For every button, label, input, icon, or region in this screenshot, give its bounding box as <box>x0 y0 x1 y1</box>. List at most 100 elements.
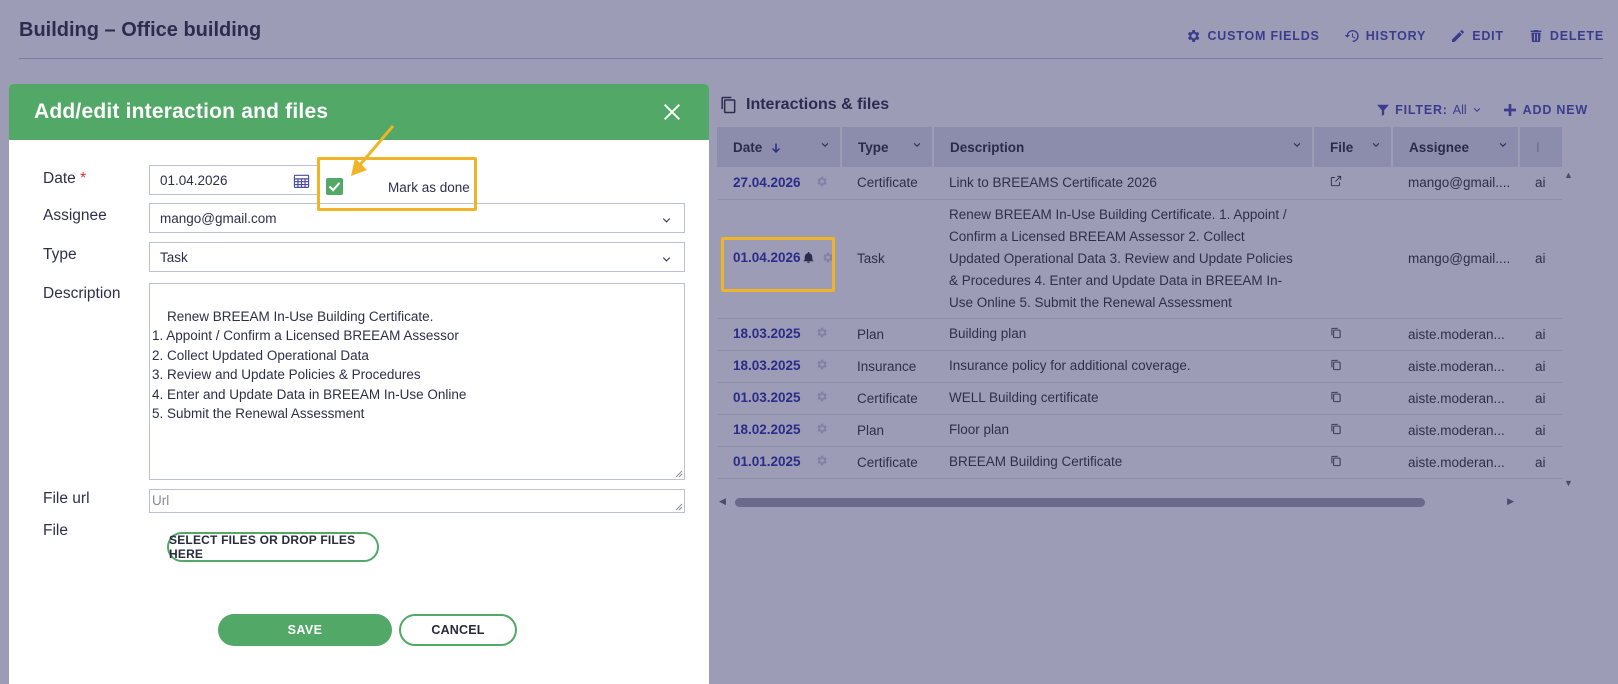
gear-icon[interactable] <box>815 454 828 470</box>
file-url-label: File url <box>43 490 90 507</box>
column-header-description[interactable]: Description <box>933 127 1314 167</box>
scroll-left-arrow[interactable]: ◀ <box>719 496 726 507</box>
row-description: Floor plan <box>933 414 1313 447</box>
scroll-up-arrow[interactable]: ▲ <box>1564 170 1573 180</box>
copy-icon[interactable] <box>1329 423 1343 439</box>
column-header-file[interactable]: File <box>1313 127 1393 167</box>
calendar-icon[interactable] <box>293 173 310 189</box>
table-row[interactable]: 18.02.2025 Plan Floor plan aiste.moderan...… <box>717 414 1562 447</box>
scrollbar-thumb[interactable] <box>735 498 1425 507</box>
filter-value: All <box>1452 103 1467 117</box>
plus-icon <box>1503 104 1516 116</box>
file-url-input[interactable]: Url <box>149 489 685 513</box>
modal-header: Add/edit interaction and files <box>9 84 709 140</box>
row-description: Link to BREEAMS Certificate 2026 <box>933 167 1313 200</box>
vertical-scrollbar[interactable]: ▲ ▼ <box>1562 170 1574 488</box>
assignee-select[interactable]: mango@gmail.com <box>149 203 685 233</box>
panel-title: Interactions & files <box>718 95 889 115</box>
row-extra: ai <box>1519 350 1562 383</box>
gear-icon[interactable] <box>815 326 828 342</box>
column-header-type[interactable]: Type <box>841 127 934 167</box>
row-date-text[interactable]: 01.04.2026 <box>733 250 801 265</box>
external-link-icon[interactable] <box>1329 176 1343 191</box>
copy-icon[interactable] <box>1329 327 1343 343</box>
row-extra: ai <box>1519 318 1562 351</box>
trash-icon <box>1530 30 1542 42</box>
row-date[interactable]: 18.03.2025 <box>717 318 841 351</box>
row-date[interactable]: 18.03.2025 <box>717 350 841 383</box>
add-new-label: ADD NEW <box>1522 103 1588 117</box>
row-date-text[interactable]: 27.04.2026 <box>733 175 801 190</box>
horizontal-scrollbar[interactable]: ◀ ▶ <box>717 494 1562 508</box>
row-date-text[interactable]: 18.03.2025 <box>733 326 801 341</box>
gear-icon <box>1188 30 1200 42</box>
chevron-down-icon[interactable] <box>1292 140 1302 150</box>
file-url-placeholder: Url <box>152 493 170 508</box>
edit-button[interactable]: EDIT <box>1450 28 1504 44</box>
filter-button[interactable]: FILTER: All <box>1376 103 1482 117</box>
row-date[interactable]: 01.01.2025 <box>717 446 841 479</box>
type-select[interactable]: Task <box>149 242 685 272</box>
table-row[interactable]: 27.04.2026 Certificate Link to BREEAMS Cer… <box>717 167 1562 200</box>
close-icon <box>663 103 681 121</box>
history-label: HISTORY <box>1365 29 1427 43</box>
table-row[interactable]: 01.03.2025 Certificate WELL Building certi… <box>717 382 1562 415</box>
custom-fields-button[interactable]: CUSTOM FIELDS <box>1185 28 1319 44</box>
column-header-extra[interactable]: I <box>1519 127 1562 167</box>
resize-handle-icon[interactable] <box>675 470 683 478</box>
add-new-button[interactable]: ADD NEW <box>1502 102 1588 118</box>
required-mark: * <box>80 170 87 187</box>
scroll-down-arrow[interactable]: ▼ <box>1564 478 1573 488</box>
history-button[interactable]: HISTORY <box>1344 28 1426 44</box>
filter-icon <box>1377 104 1390 116</box>
date-field[interactable]: 01.04.2026 <box>149 165 319 195</box>
row-date[interactable]: 01.03.2025 <box>717 382 841 415</box>
chevron-down-icon[interactable] <box>912 140 922 150</box>
row-date[interactable]: 27.04.2026 <box>717 167 841 200</box>
gear-icon[interactable] <box>815 175 828 191</box>
gear-icon[interactable] <box>815 358 828 374</box>
chevron-down-icon[interactable] <box>1498 140 1508 150</box>
column-header-date[interactable]: Date <box>717 127 842 167</box>
mark-done-checkbox[interactable] <box>326 178 343 195</box>
table-row[interactable]: 01.04.2026 Task Renew BREEAM In-Use Buildi… <box>717 199 1562 319</box>
chevron-down-icon[interactable] <box>1371 140 1381 150</box>
description-label: Description <box>43 285 121 302</box>
copy-icon[interactable] <box>1329 359 1343 375</box>
row-date-text[interactable]: 18.02.2025 <box>733 422 801 437</box>
copy-icon[interactable] <box>1329 391 1343 407</box>
assignee-label: Assignee <box>43 207 107 224</box>
table-row[interactable]: 18.03.2025 Insurance Insurance policy for … <box>717 350 1562 383</box>
description-textarea[interactable]: Renew BREEAM In-Use Building Certificate… <box>149 283 685 480</box>
row-date-text[interactable]: 18.03.2025 <box>733 358 801 373</box>
delete-button[interactable]: DELETE <box>1528 28 1604 44</box>
scroll-right-arrow[interactable]: ▶ <box>1507 496 1514 507</box>
row-assignee: aiste.moderan... <box>1392 382 1519 415</box>
row-date[interactable]: 01.04.2026 <box>717 199 841 319</box>
cancel-button[interactable]: CANCEL <box>399 614 517 646</box>
close-button[interactable] <box>661 101 683 123</box>
gear-icon[interactable] <box>815 390 828 406</box>
row-extra: ai <box>1519 414 1562 447</box>
save-button[interactable]: SAVE <box>218 614 392 646</box>
mark-done-label[interactable]: Mark as done <box>388 180 470 195</box>
row-date[interactable]: 18.02.2025 <box>717 414 841 447</box>
header-divider <box>19 58 1603 59</box>
row-date-text[interactable]: 01.01.2025 <box>733 454 801 469</box>
chevron-down-icon <box>662 218 671 223</box>
column-header-date-label: Date <box>733 139 763 155</box>
gear-icon[interactable] <box>815 422 828 438</box>
chevron-down-icon[interactable] <box>820 140 830 150</box>
gear-icon[interactable] <box>821 251 834 267</box>
column-header-assignee[interactable]: Assignee <box>1392 127 1520 167</box>
row-assignee: aiste.moderan... <box>1392 446 1519 479</box>
table-row[interactable]: 18.03.2025 Plan Building plan aiste.moderan… <box>717 318 1562 351</box>
row-type: Certificate <box>841 382 933 415</box>
copy-icon[interactable] <box>1329 455 1343 471</box>
select-files-button[interactable]: SELECT FILES OR DROP FILES HERE <box>167 532 379 562</box>
table-row[interactable]: 01.01.2025 Certificate BREEAM Building Cer… <box>717 446 1562 479</box>
file-label: File <box>43 522 68 539</box>
row-date-text[interactable]: 01.03.2025 <box>733 390 801 405</box>
resize-handle-icon[interactable] <box>675 503 683 511</box>
row-extra: ai <box>1519 167 1562 200</box>
